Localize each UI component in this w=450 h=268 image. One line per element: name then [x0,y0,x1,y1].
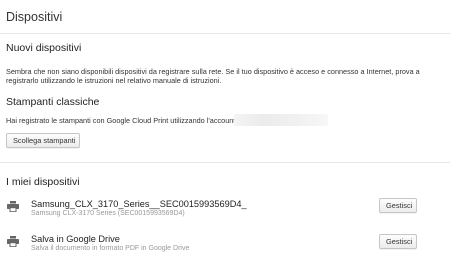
device-subtitle: Salva il documento in formato PDF in Goo… [31,245,190,252]
printer-icon [7,201,19,212]
new-devices-description-line1: Sembra che non siano disponibili disposi… [6,67,420,76]
title-divider [0,33,450,34]
printer-icon [7,236,19,247]
section-divider [0,162,450,163]
my-devices-heading: I miei dispositivi [6,176,80,188]
device-subtitle: Samsung CLX-3170 Series (SEC0015993569D4… [31,210,185,217]
classic-printers-description: Hai registrato le stampanti con Google C… [6,116,236,125]
page-title: Dispositivi [6,10,63,24]
disconnect-printers-button[interactable]: Scollega stampanti [6,133,80,148]
new-devices-description-line2: registrarlo utilizzando le istruzioni ne… [6,76,222,85]
redacted-account-email [234,114,328,126]
device-name: Salva in Google Drive [31,234,120,244]
new-devices-heading: Nuovi dispositivi [6,42,82,54]
classic-printers-heading: Stampanti classiche [6,96,100,108]
device-name: Samsung_CLX_3170_Series__SEC0015993569D4… [31,199,247,209]
manage-device-button[interactable]: Gestisci [379,234,417,249]
manage-device-button[interactable]: Gestisci [379,198,417,213]
